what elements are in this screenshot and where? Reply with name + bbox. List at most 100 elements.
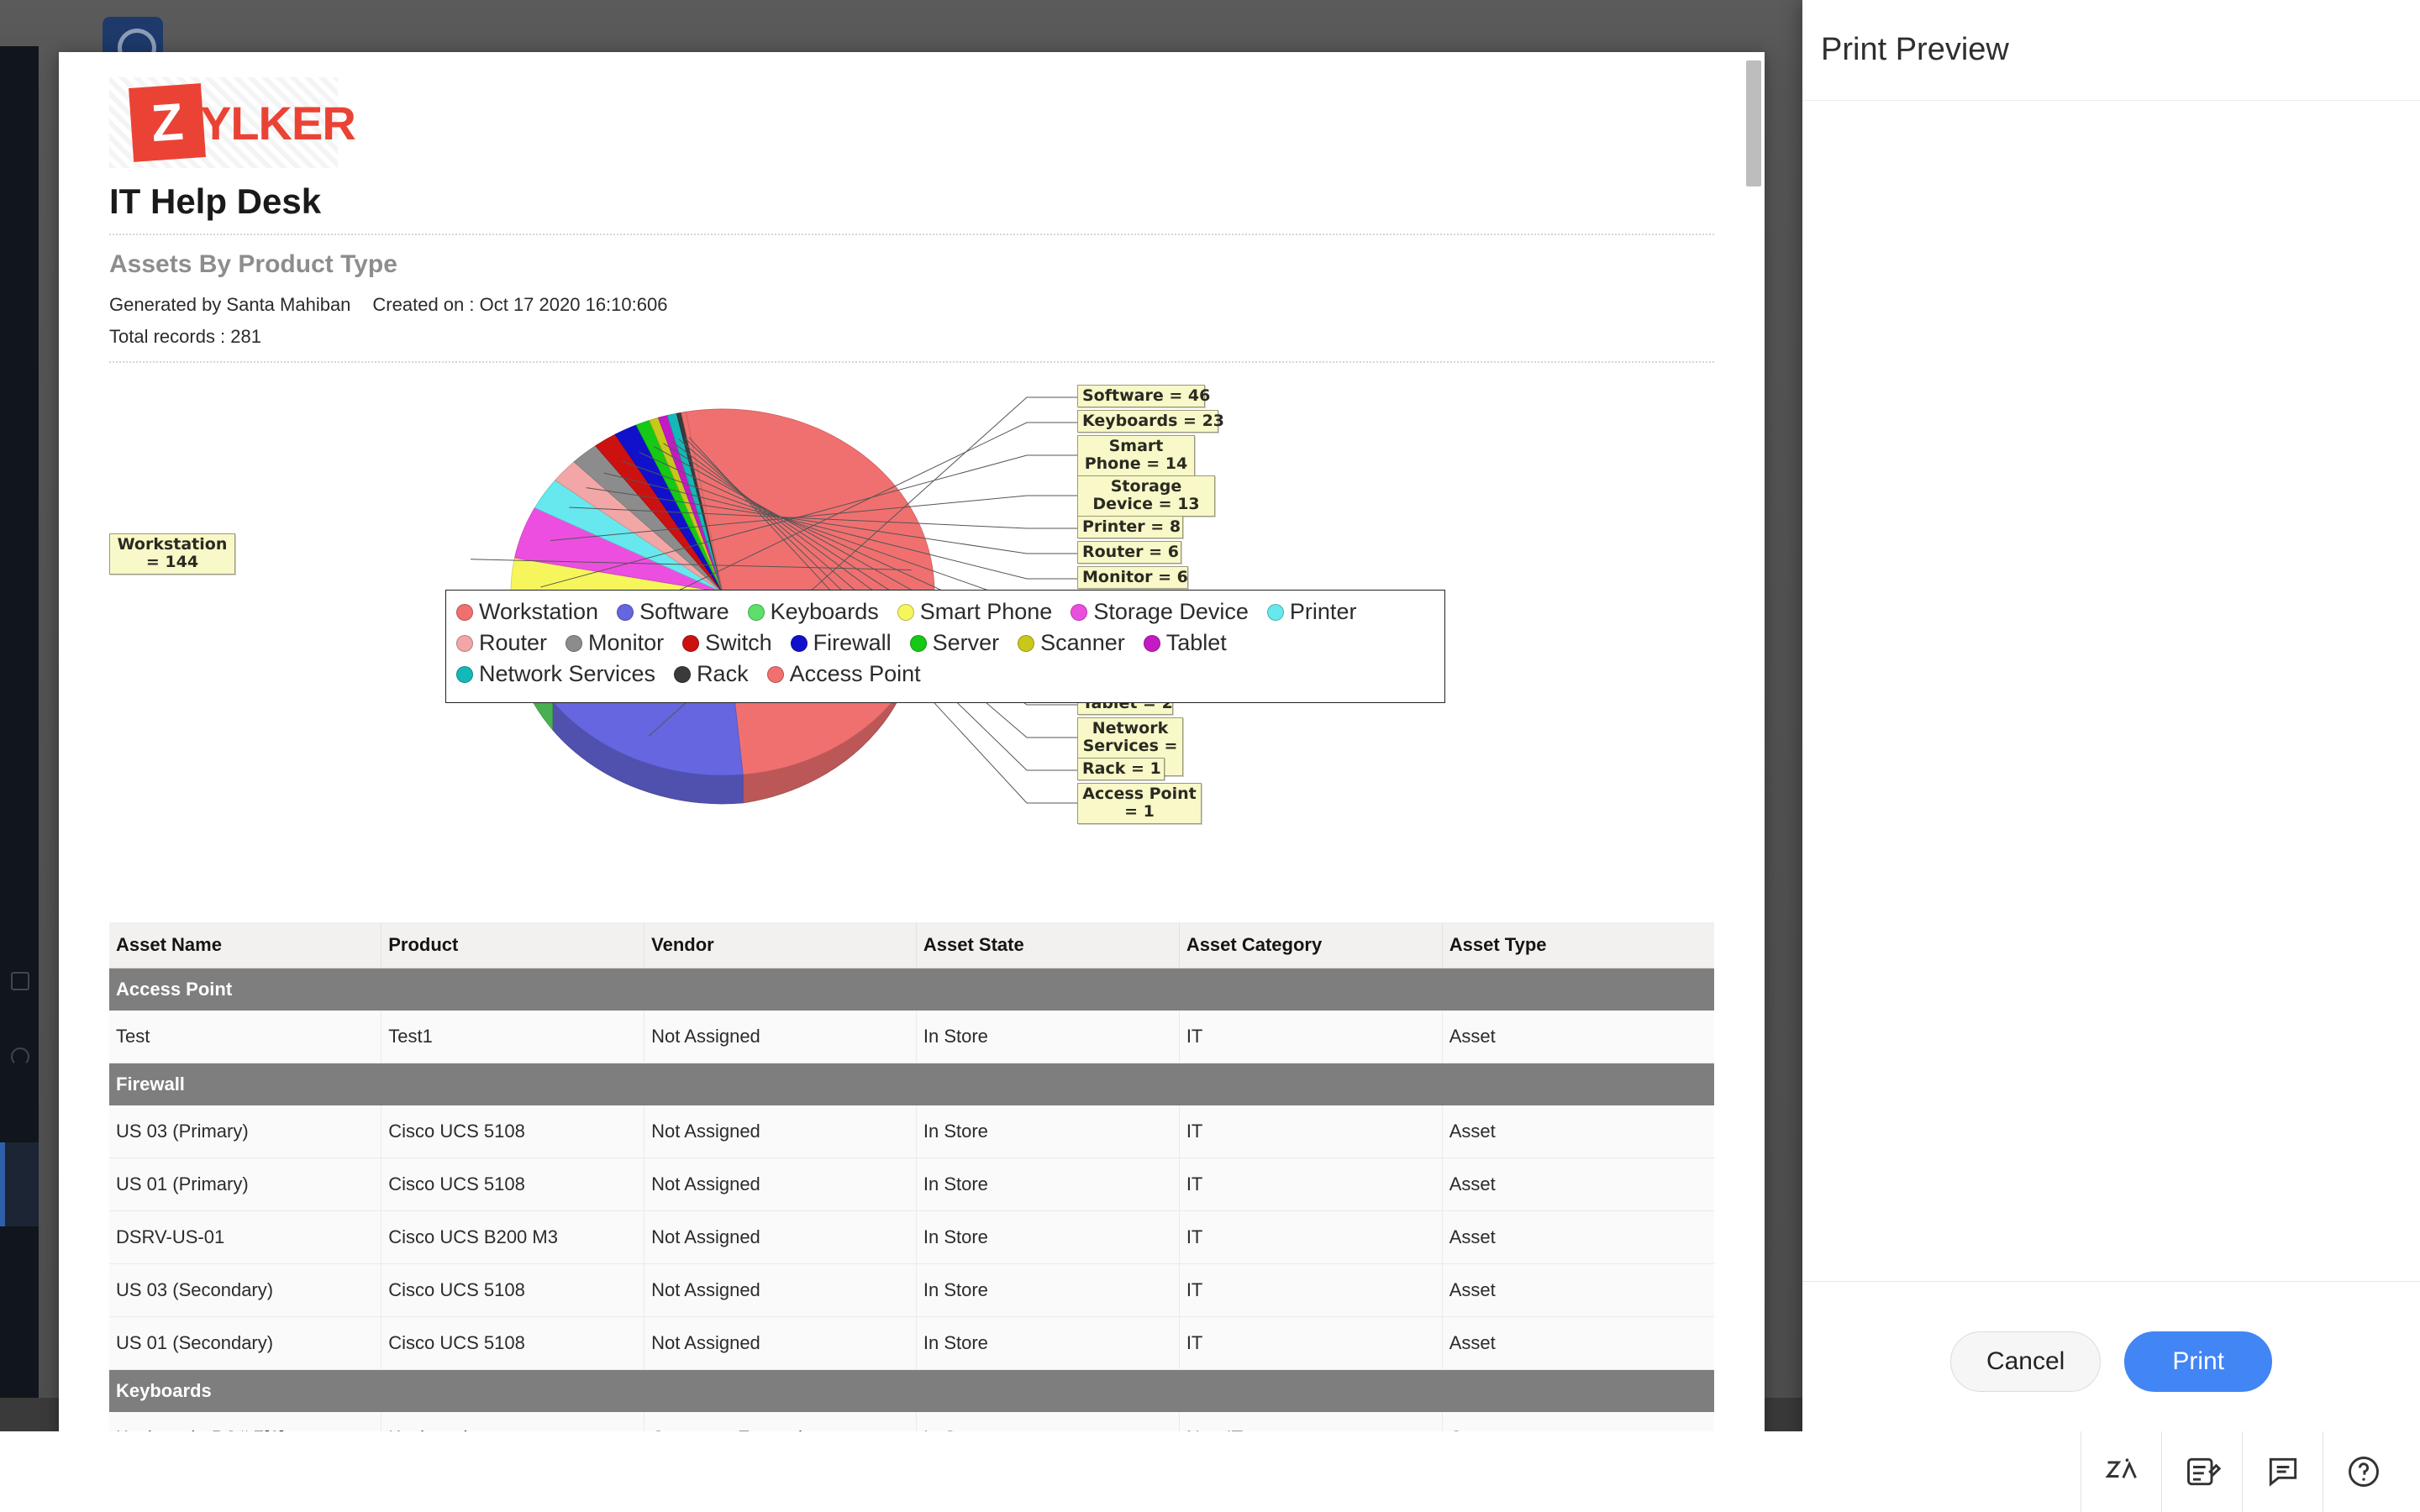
table-row[interactable]: US 01 (Secondary) Cisco UCS 5108 Not Assig… xyxy=(109,1316,1714,1370)
legend-item: Keyboards xyxy=(747,599,879,625)
table-header-row: Asset Name Product Vendor Asset State As… xyxy=(109,922,1714,969)
table-cell: Cisco UCS 5108 xyxy=(381,1316,645,1370)
table-group-label: Keyboards xyxy=(109,1369,1714,1412)
legend-color-dot xyxy=(766,665,784,683)
legend-label: Switch xyxy=(705,630,772,655)
table-row[interactable]: US 03 (Secondary) Cisco UCS 5108 Not Assig… xyxy=(109,1263,1714,1317)
table-group-label: Access Point xyxy=(109,968,1714,1011)
table-cell: US 03 (Primary) xyxy=(109,1105,382,1158)
legend-color-dot xyxy=(682,634,700,652)
zia-icon[interactable] xyxy=(2081,1431,2161,1512)
print-preview-panel: Print Preview Cancel Print xyxy=(1802,0,2420,1441)
legend-color-dot xyxy=(456,603,473,621)
divider xyxy=(109,361,1714,363)
legend-color-dot xyxy=(909,634,927,652)
legend-item: Printer xyxy=(1266,599,1357,625)
legend-label: Firewall xyxy=(813,630,892,655)
legend-item: Server xyxy=(909,630,999,656)
table-cell: Asset xyxy=(1442,1011,1714,1063)
table-cell: Not Assigned xyxy=(644,1316,917,1370)
legend-item: Storage Device xyxy=(1071,599,1249,625)
legend-items: Workstation Software Keyboards Smart Phone S… xyxy=(456,599,1434,692)
column-header[interactable]: Product xyxy=(381,922,645,969)
column-header[interactable]: Asset Category xyxy=(1179,922,1443,969)
report-document-pane: Z YLKER IT Help Desk Assets By Product T… xyxy=(59,52,1765,1442)
legend-label: Printer xyxy=(1289,599,1357,624)
table-cell: IT xyxy=(1179,1263,1443,1317)
print-button[interactable]: Print xyxy=(2124,1331,2273,1392)
legend-item: Switch xyxy=(682,630,772,656)
table-row[interactable]: US 01 (Primary) Cisco UCS 5108 Not Assigne… xyxy=(109,1158,1714,1211)
legend-label: Tablet xyxy=(1165,630,1227,655)
pie-data-label: Workstation = 144 xyxy=(109,533,235,575)
legend-item: Router xyxy=(456,630,547,656)
legend-label: Monitor xyxy=(588,630,665,655)
table-cell: Asset xyxy=(1442,1105,1714,1158)
table-cell: IT xyxy=(1179,1105,1443,1158)
report-meta: Generated by Santa Mahiban Created on : O… xyxy=(109,294,1714,316)
table-cell: US 03 (Secondary) xyxy=(109,1263,382,1317)
table-cell: In Store xyxy=(916,1158,1180,1211)
column-header[interactable]: Asset Name xyxy=(109,922,382,969)
total-records: Total records : 281 xyxy=(109,326,261,347)
legend-item: Tablet xyxy=(1143,630,1227,656)
table-row[interactable]: US 03 (Primary) Cisco UCS 5108 Not Assigne… xyxy=(109,1105,1714,1158)
legend-item: Smart Phone xyxy=(897,599,1052,625)
column-header[interactable]: Asset State xyxy=(916,922,1180,969)
pie-data-label: Software = 46 xyxy=(1077,385,1210,408)
legend-label: Router xyxy=(479,630,548,655)
table-cell: Asset xyxy=(1442,1158,1714,1211)
generated-by: Generated by Santa Mahiban xyxy=(109,294,351,315)
legend-label: Rack xyxy=(697,661,749,686)
pie-data-label: Keyboards = 23 xyxy=(1077,410,1224,433)
table-cell: IT xyxy=(1179,1158,1443,1211)
legend-color-dot xyxy=(747,603,765,621)
legend-item: Workstation xyxy=(456,599,598,625)
print-preview-header: Print Preview xyxy=(1802,0,2420,101)
table-body: Access Point Test Test1 Not Assigned In Stor… xyxy=(109,968,1714,1442)
table-cell: IT xyxy=(1179,1011,1443,1063)
legend-label: Workstation xyxy=(479,599,599,624)
sidebar-module-icon[interactable] xyxy=(11,972,29,990)
chat-icon[interactable] xyxy=(2242,1431,2323,1512)
legend-color-dot xyxy=(1266,603,1284,621)
legend-item: Scanner xyxy=(1018,630,1125,656)
table-cell: IT xyxy=(1179,1210,1443,1264)
legend-color-dot xyxy=(1143,634,1160,652)
column-header[interactable]: Vendor xyxy=(644,922,917,969)
notes-edit-icon[interactable] xyxy=(2161,1431,2242,1512)
table-row[interactable]: DSRV-US-01 Cisco UCS B200 M3 Not Assigned I… xyxy=(109,1210,1714,1264)
legend-color-dot xyxy=(617,603,634,621)
sidebar-item-active[interactable] xyxy=(0,1142,39,1226)
help-icon[interactable] xyxy=(2323,1431,2403,1512)
page-title: IT Help Desk xyxy=(109,181,322,221)
print-preview-body xyxy=(1802,101,2420,1282)
divider xyxy=(109,234,1714,235)
column-header[interactable]: Asset Type xyxy=(1442,922,1714,969)
pie-data-label: Access Point = 1 xyxy=(1077,783,1202,824)
sidebar-module-icon[interactable] xyxy=(11,1047,29,1066)
legend-color-dot xyxy=(456,665,473,683)
legend-color-dot xyxy=(1071,603,1088,621)
zylker-logo-letter: Z xyxy=(129,83,206,162)
table-cell: Not Assigned xyxy=(644,1158,917,1211)
cancel-button[interactable]: Cancel xyxy=(1949,1331,2102,1392)
table-group-label: Firewall xyxy=(109,1063,1714,1105)
table-cell: Cisco UCS 5108 xyxy=(381,1105,645,1158)
legend-item: Network Services xyxy=(456,661,655,687)
legend-item: Rack xyxy=(674,661,749,687)
table-cell: Not Assigned xyxy=(644,1011,917,1063)
table-row[interactable]: Test Test1 Not Assigned In Store IT Asset xyxy=(109,1011,1714,1063)
legend-label: Access Point xyxy=(789,661,921,686)
table-cell: Not Assigned xyxy=(644,1263,917,1317)
table-cell: In Store xyxy=(916,1105,1180,1158)
table-cell: Test1 xyxy=(381,1011,645,1063)
table-cell: Test xyxy=(109,1011,382,1063)
legend-item: Software xyxy=(617,599,729,625)
zylker-logo: Z YLKER xyxy=(109,77,356,168)
table-cell: Cisco UCS 5108 xyxy=(381,1158,645,1211)
table-cell: IT xyxy=(1179,1316,1443,1370)
table-cell: Not Assigned xyxy=(644,1210,917,1264)
print-preview-title: Print Preview xyxy=(1821,32,2009,67)
pie-data-label: Storage Device = 13 xyxy=(1077,475,1215,517)
